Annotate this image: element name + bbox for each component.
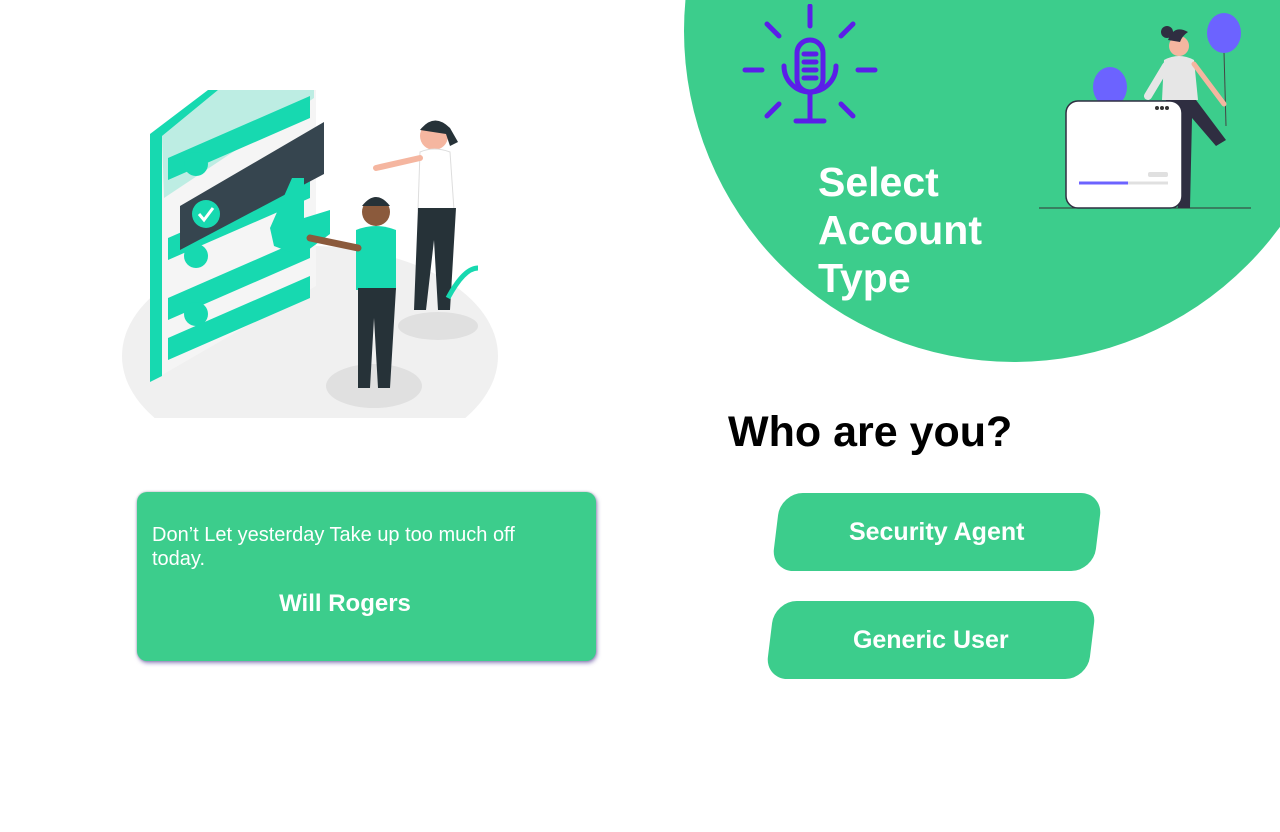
microphone-bulb-icon	[742, 4, 878, 124]
page-title-line: Select	[818, 159, 939, 205]
quote-text: Don’t Let yesterday Take up too much off…	[152, 524, 515, 570]
security-agent-button-label: Security Agent	[849, 517, 1025, 546]
balloon-woman-illustration	[1039, 13, 1251, 209]
generic-user-button[interactable]: Generic User	[765, 601, 1097, 679]
page-title-line: Account	[818, 207, 982, 253]
account-type-question: Who are you?	[728, 408, 1013, 456]
security-agent-button[interactable]: Security Agent	[771, 493, 1103, 571]
generic-user-button-label: Generic User	[853, 625, 1009, 654]
page-title-line: Type	[818, 255, 911, 301]
checklist-illustration	[122, 90, 498, 418]
quote-author: Will Rogers	[279, 590, 411, 617]
quote-card: Don’t Let yesterday Take up too much off…	[137, 492, 596, 661]
page-title: Select Account Type	[818, 158, 1018, 302]
